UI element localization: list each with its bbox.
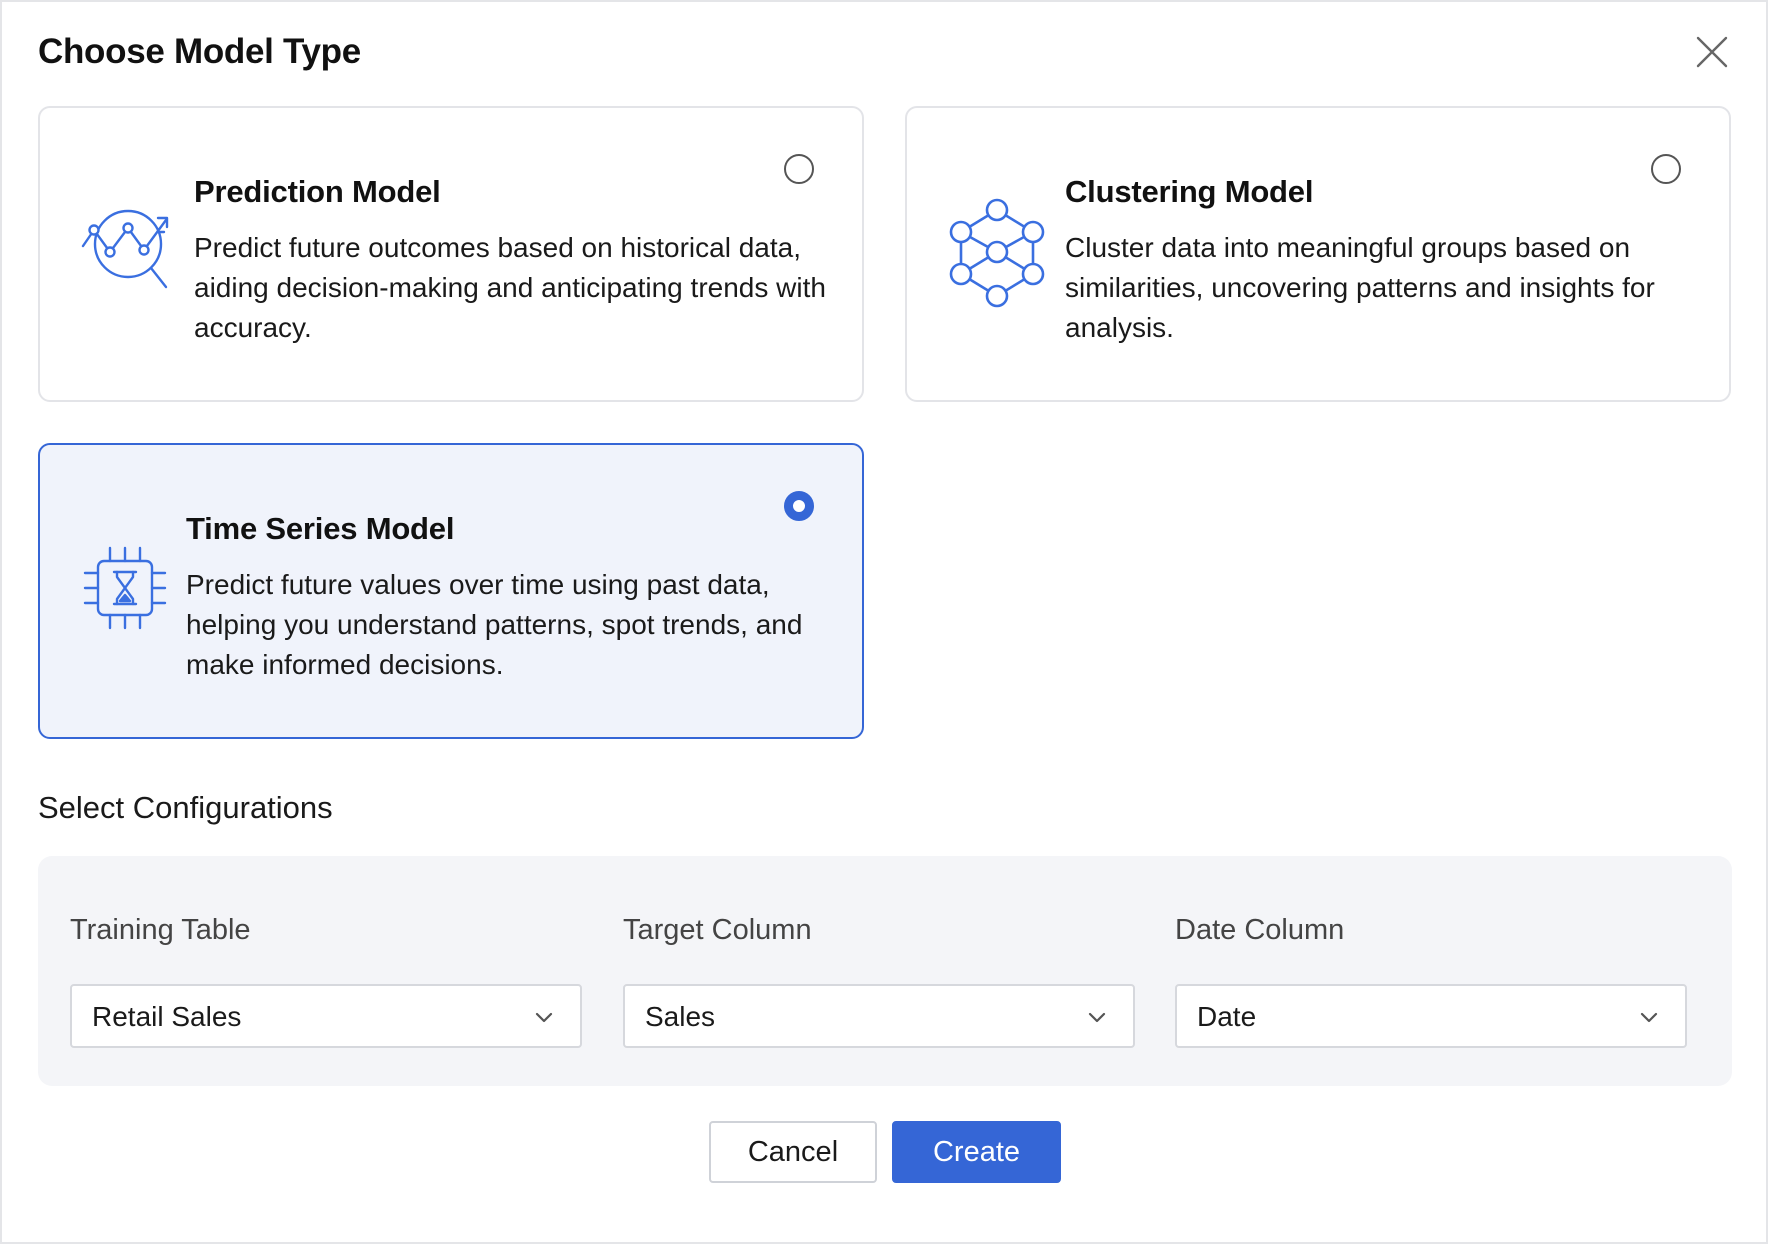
chevron-down-icon [1088,1012,1106,1023]
configurations-panel: Training Table Retail Sales Target Colum… [38,856,1732,1086]
clustering-model-card[interactable]: Clustering Model Cluster data into meani… [905,106,1731,402]
card-title: Clustering Model [1065,174,1314,209]
card-description: Predict future outcomes based on histori… [194,232,826,343]
field-label: Target Column [623,914,812,946]
training-table-select[interactable]: Retail Sales [70,984,582,1048]
clustering-model-radio[interactable] [1651,154,1681,184]
card-title: Time Series Model [186,511,455,546]
chevron-down-icon [1640,1012,1658,1023]
choose-model-dialog: Choose Model Type Prediction Model Predi… [0,0,1768,1244]
date-column-select[interactable]: Date [1175,984,1687,1048]
create-button[interactable]: Create [892,1121,1061,1183]
card-title: Prediction Model [194,174,441,209]
hourglass-chip-icon [83,546,167,630]
close-icon [1696,36,1728,68]
chevron-down-icon [535,1012,553,1023]
dialog-title: Choose Model Type [38,32,361,71]
time-series-model-card[interactable]: Time Series Model Predict future values … [38,443,864,739]
card-description: Predict future values over time using pa… [186,569,803,680]
select-value: Date [1197,1001,1257,1032]
field-label: Date Column [1175,914,1345,946]
section-title: Select Configurations [38,790,333,825]
field-label: Training Table [70,914,251,946]
cluster-network-icon [949,198,1045,308]
select-value: Retail Sales [92,1001,242,1032]
prediction-model-card[interactable]: Prediction Model Predict future outcomes… [38,106,864,402]
prediction-model-radio[interactable] [784,154,814,184]
prediction-chart-magnifier-icon [81,209,169,289]
time-series-model-radio[interactable] [784,491,814,521]
cancel-button[interactable]: Cancel [709,1121,877,1183]
target-column-select[interactable]: Sales [623,984,1135,1048]
card-description: Cluster data into meaningful groups base… [1065,232,1655,343]
close-button[interactable] [1692,32,1732,72]
select-value: Sales [645,1001,716,1032]
